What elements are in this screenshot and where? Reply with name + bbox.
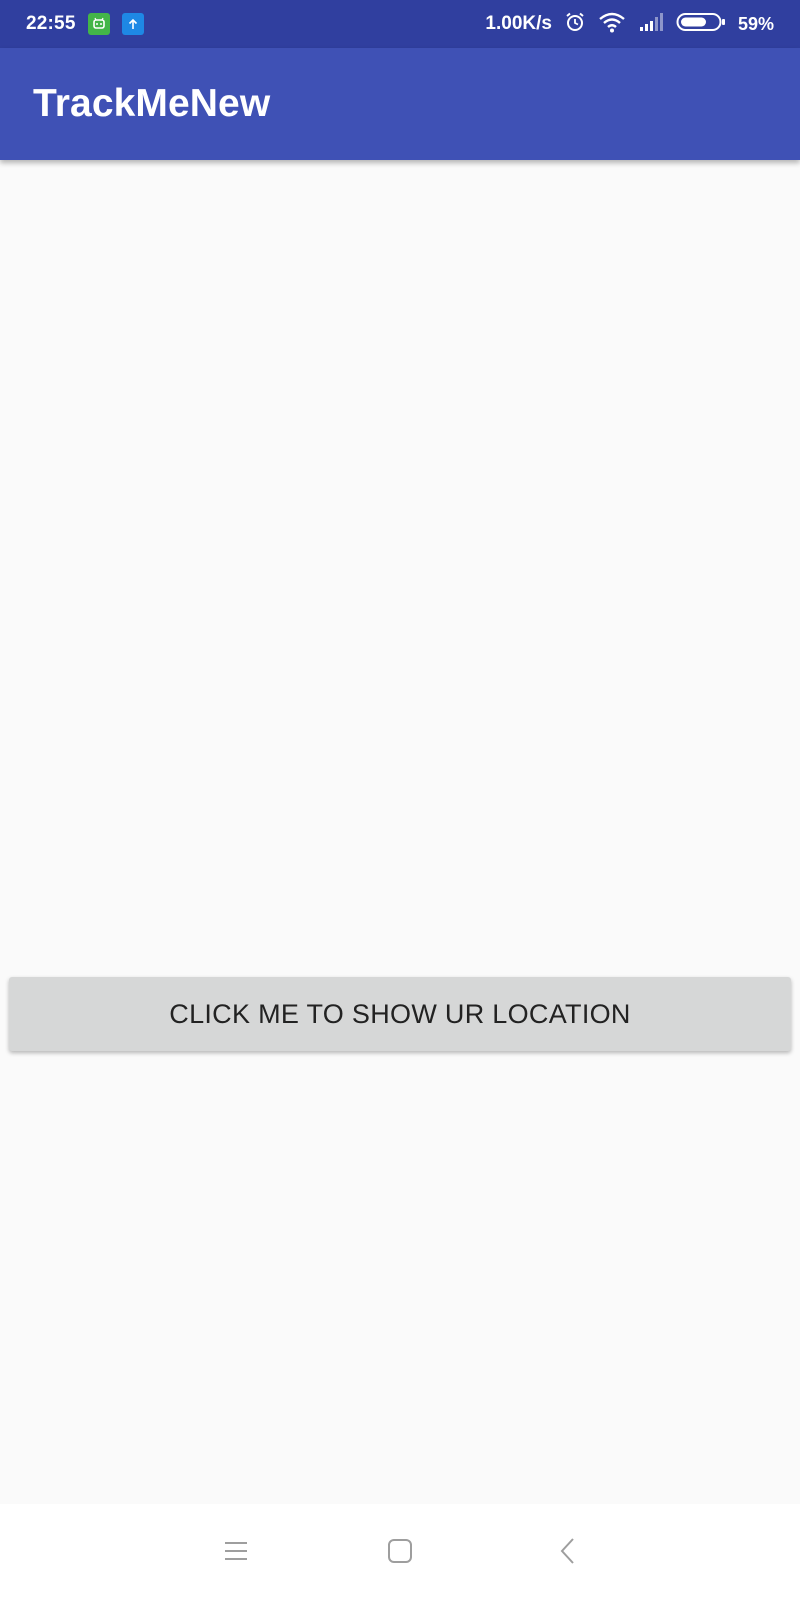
- menu-button[interactable]: [211, 1528, 261, 1578]
- home-button[interactable]: [375, 1528, 425, 1578]
- app-bar: TrackMeNew: [0, 48, 800, 160]
- status-time: 22:55: [26, 13, 76, 34]
- back-icon: [559, 1537, 577, 1570]
- android-notification-icon: [87, 13, 110, 35]
- show-location-button[interactable]: CLICK ME TO SHOW UR LOCATION: [9, 977, 791, 1051]
- signal-icon: [638, 12, 664, 37]
- menu-icon: [223, 1540, 249, 1567]
- alarm-icon: [564, 11, 586, 38]
- battery-percentage: 59%: [737, 13, 774, 34]
- upload-notification-icon: [121, 13, 144, 35]
- main-content: CLICK ME TO SHOW UR LOCATION: [0, 160, 800, 1504]
- status-bar: 22:55 1.00K/s 59%: [0, 0, 800, 48]
- status-bar-right: 1.00K/s 59%: [485, 11, 774, 38]
- home-icon: [387, 1538, 413, 1569]
- wifi-icon: [598, 11, 626, 38]
- back-button[interactable]: [543, 1528, 593, 1578]
- phone-screen: 22:55 1.00K/s 59% TrackMeNew CLICK ME TO…: [0, 0, 800, 1600]
- status-bar-left: 22:55: [26, 13, 144, 35]
- navigation-bar: [0, 1504, 800, 1600]
- battery-icon: [676, 11, 726, 38]
- app-title: TrackMeNew: [33, 82, 271, 125]
- network-speed: 1.00K/s: [485, 13, 552, 34]
